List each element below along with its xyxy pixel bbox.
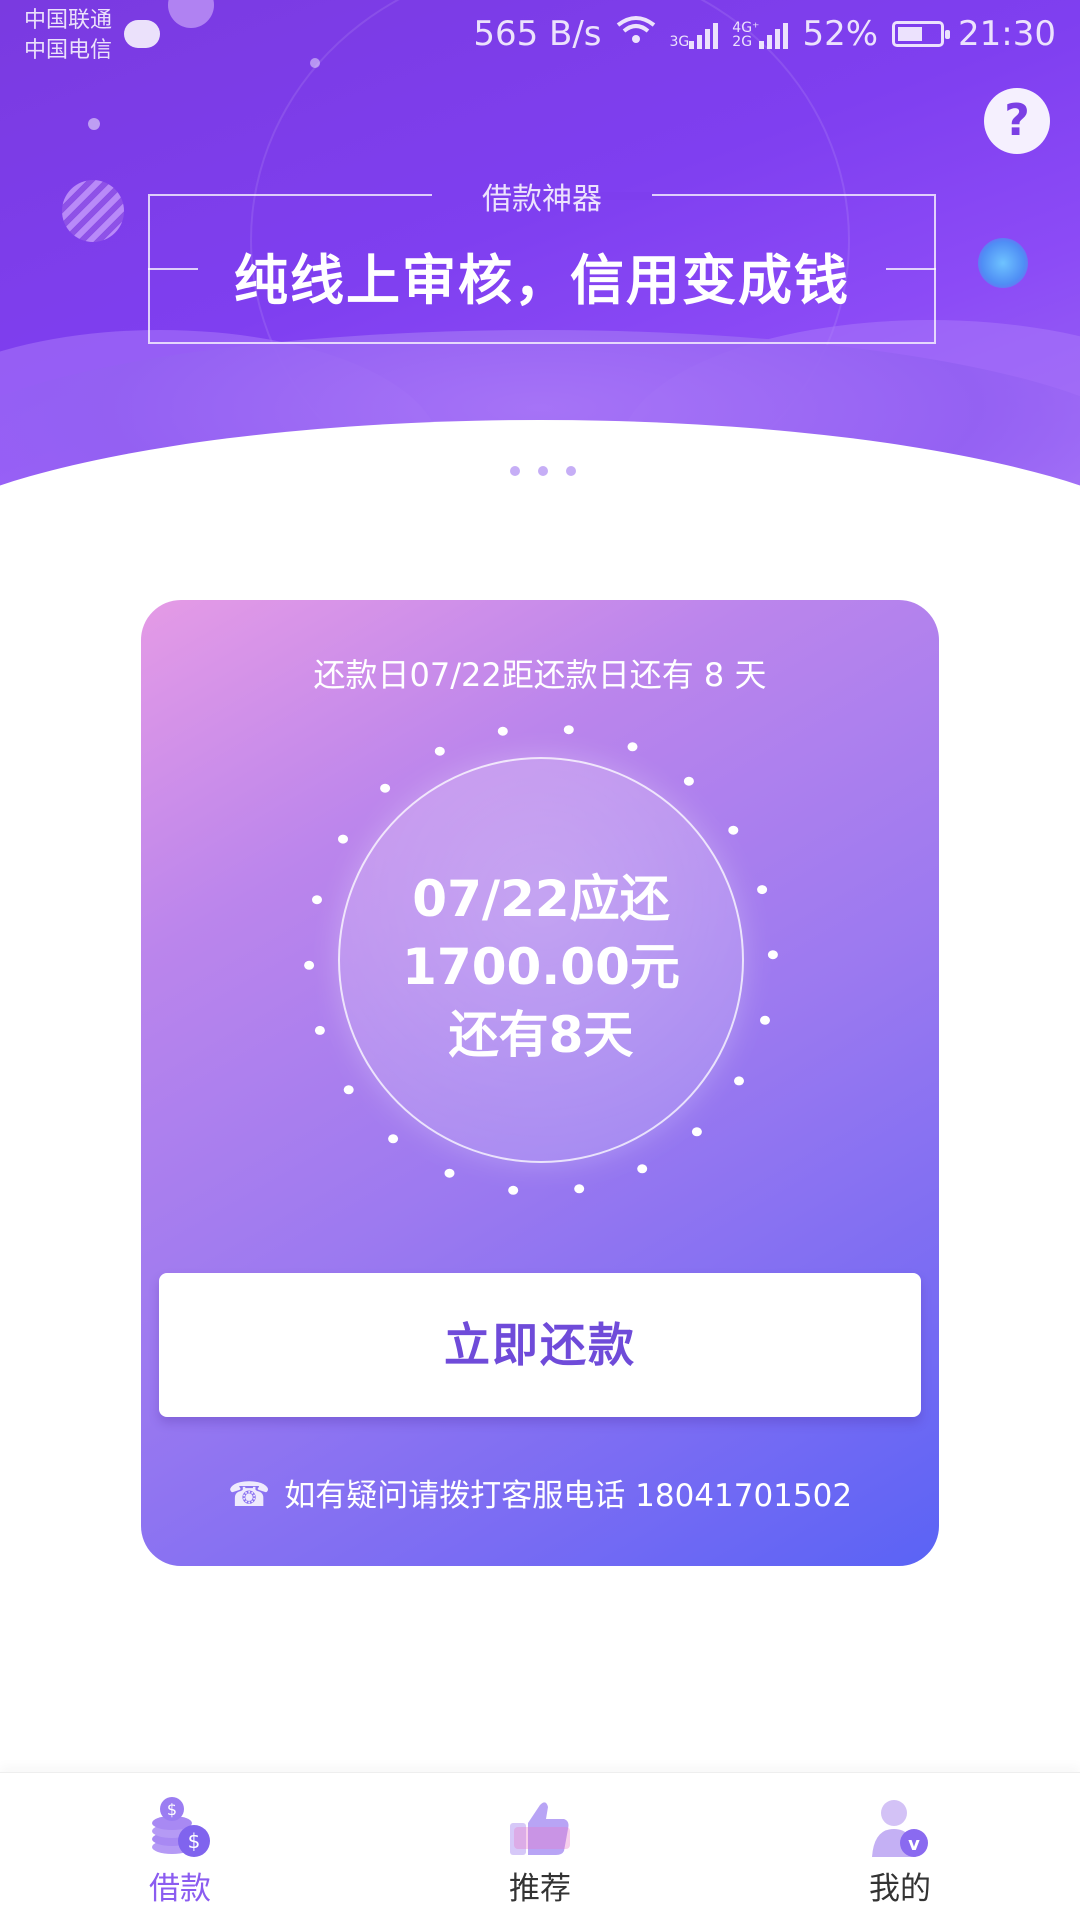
- ring-dot: [380, 783, 391, 793]
- network-type-1: 3G: [669, 34, 690, 50]
- signal-2-icon: 4G⁺ 2G: [732, 19, 789, 50]
- signal-1-icon: 3G: [670, 19, 719, 49]
- carrier-2: 中国电信: [24, 38, 113, 63]
- ring-dot: [444, 1168, 455, 1178]
- carousel-dots: [510, 466, 576, 476]
- svg-text:$: $: [167, 1800, 177, 1819]
- battery-level: 52%: [802, 14, 879, 54]
- ring-dot: [574, 1184, 585, 1194]
- ring-dot: [691, 1127, 702, 1137]
- net-speed: 565 B/s: [473, 14, 602, 54]
- ring-dot: [388, 1134, 399, 1144]
- wifi-icon: [616, 14, 656, 54]
- ring-dot: [314, 1025, 325, 1035]
- nav-label-loan: 借款: [149, 1871, 211, 1907]
- ring-dot: [627, 742, 638, 752]
- carrier-info: 中国联通 中国电信: [24, 6, 112, 66]
- ring-dot: [508, 1185, 519, 1195]
- ring-dot: [312, 895, 322, 905]
- coins-icon: $ $: [148, 1797, 212, 1861]
- amount-date: 07/22应还: [412, 870, 670, 928]
- ring-dot: [757, 885, 768, 895]
- ring-dot: [343, 1085, 354, 1095]
- battery-icon: [892, 21, 951, 47]
- svg-text:v: v: [908, 1834, 920, 1855]
- ring-dot: [338, 834, 348, 844]
- amount-circle: 07/22应还 1700.00元 还有8天: [338, 757, 744, 1163]
- days-left: 还有8天: [448, 1006, 634, 1064]
- hotline-text: 如有疑问请拨打客服电话 18041701502: [284, 1478, 853, 1514]
- banner-subtitle: 借款神器: [482, 182, 602, 217]
- network-type-2b: 2G: [732, 34, 753, 50]
- repay-now-button[interactable]: 立即还款: [159, 1273, 921, 1417]
- repay-card: 还款日07/22距还款日还有 8 天 07/22应还 1700.00元 还有8天…: [141, 600, 939, 1566]
- promo-banner[interactable]: 中国联通 中国电信 565 B/s 3G 4G⁺ 2G 52% 21:30 ? …: [0, 0, 1080, 520]
- nav-item-mine[interactable]: v 我的: [800, 1773, 1000, 1921]
- nav-label-recommend: 推荐: [509, 1871, 571, 1907]
- ring-dot: [304, 960, 315, 970]
- bottom-nav: $ $ 借款 推荐 v 我的: [0, 1772, 1080, 1920]
- ring-dot: [434, 746, 445, 756]
- ring-dot: [760, 1015, 770, 1025]
- message-icon: [124, 20, 160, 48]
- carousel-indicator-active[interactable]: [570, 432, 614, 437]
- question-icon: ?: [1004, 95, 1030, 146]
- nav-item-loan[interactable]: $ $ 借款: [80, 1773, 280, 1921]
- customer-service-hotline[interactable]: ☎ 如有疑问请拨打客服电话 18041701502: [141, 1470, 939, 1515]
- ring-dot: [497, 726, 508, 736]
- amount-value: 1700.00元: [402, 938, 680, 996]
- clock: 21:30: [958, 14, 1056, 54]
- banner-planet-right: [978, 238, 1028, 288]
- ring-dot: [728, 825, 739, 835]
- user-vip-icon: v: [868, 1797, 932, 1861]
- phone-icon: ☎: [227, 1475, 271, 1515]
- status-right: 565 B/s 3G 4G⁺ 2G 52% 21:30: [473, 14, 1056, 54]
- ring-dot: [637, 1164, 648, 1174]
- svg-text:$: $: [188, 1829, 201, 1853]
- ring-dot: [563, 725, 574, 735]
- network-type-2a: 4G⁺: [732, 20, 760, 36]
- ring-dot: [767, 950, 778, 960]
- nav-label-mine: 我的: [869, 1871, 931, 1907]
- thumbs-up-icon: [508, 1797, 572, 1861]
- help-button[interactable]: ?: [984, 88, 1050, 154]
- carrier-1: 中国联通: [24, 8, 113, 33]
- banner-title: 纯线上审核，信用变成钱: [234, 249, 850, 312]
- status-bar: 中国联通 中国电信 565 B/s 3G 4G⁺ 2G 52% 21:30: [0, 0, 1080, 72]
- nav-item-recommend[interactable]: 推荐: [440, 1773, 640, 1921]
- ring-dot: [734, 1076, 744, 1086]
- banner-sparkle: [88, 118, 100, 130]
- ring-dot: [683, 776, 694, 786]
- banner-frame: 借款神器 纯线上审核，信用变成钱: [148, 182, 936, 344]
- carousel-indicator[interactable]: [496, 432, 540, 437]
- banner-planet-left: [62, 180, 124, 242]
